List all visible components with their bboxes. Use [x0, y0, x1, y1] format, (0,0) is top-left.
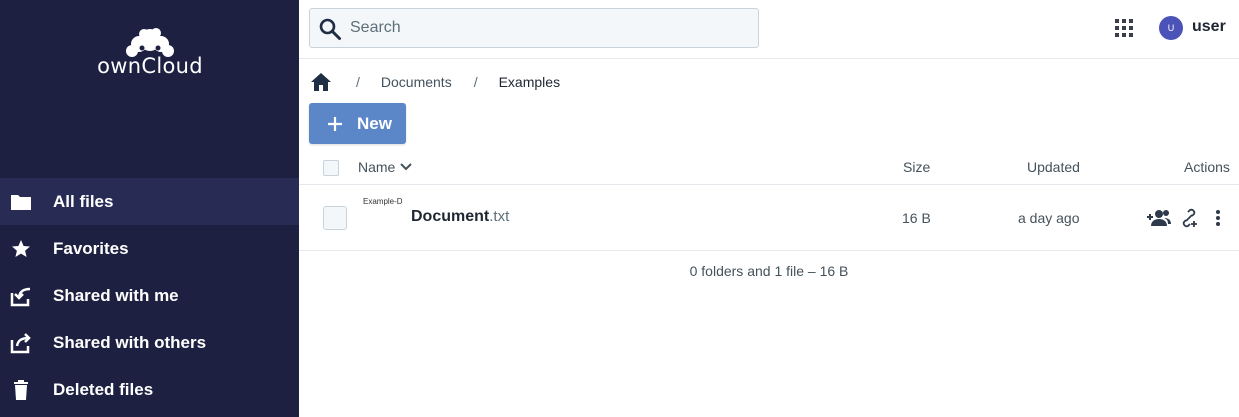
sidebar-item-label: Deleted files [53, 379, 154, 399]
app-switcher-icon[interactable] [1115, 19, 1133, 37]
trash-icon [10, 379, 32, 401]
folder-icon [10, 191, 32, 213]
breadcrumb: / Documents / Examples [310, 70, 582, 94]
star-icon [10, 238, 32, 260]
home-icon[interactable] [310, 71, 332, 93]
plus-icon [326, 115, 344, 133]
sidebar-item-label: Shared with others [53, 332, 207, 352]
breadcrumb-separator: / [356, 74, 360, 90]
sidebar-nav: All files Favorites Shared with me Share… [0, 178, 299, 413]
sidebar-item-shared-with-others[interactable]: Shared with others [0, 319, 299, 366]
file-updated: a day ago [1018, 210, 1080, 226]
sidebar-item-all-files[interactable]: All files [0, 178, 299, 225]
new-button-label: New [357, 113, 392, 133]
file-name[interactable]: Document.txt [411, 208, 509, 226]
logo-text: ownCloud [97, 54, 203, 78]
column-header-name-label: Name [358, 159, 396, 175]
search-input[interactable] [350, 15, 750, 41]
table-row[interactable]: Example-D Document.txt 16 B a day ago [299, 185, 1239, 251]
breadcrumb-item-examples[interactable]: Examples [499, 74, 560, 90]
column-header-size[interactable]: Size [903, 159, 930, 175]
breadcrumb-item-documents[interactable]: Documents [381, 74, 452, 90]
more-options-icon[interactable] [1211, 207, 1225, 229]
column-header-updated[interactable]: Updated [1027, 159, 1080, 175]
sidebar-item-favorites[interactable]: Favorites [0, 225, 299, 272]
file-thumbnail-text: Example-D [363, 197, 403, 206]
user-menu-name[interactable]: user [1192, 18, 1226, 36]
sidebar-item-label: Shared with me [53, 285, 179, 305]
breadcrumb-separator: / [473, 74, 478, 90]
sidebar-item-shared-with-me[interactable]: Shared with me [0, 272, 299, 319]
sidebar-item-label: All files [53, 191, 114, 211]
file-table-header: Name Size Updated Actions [299, 150, 1239, 185]
file-name-extension: .txt [489, 208, 510, 225]
column-header-actions: Actions [1184, 159, 1230, 175]
file-thumbnail[interactable]: Example-D [363, 197, 403, 237]
owncloud-logo[interactable]: ownCloud [94, 24, 206, 84]
chevron-down-icon [400, 163, 413, 171]
sidebar-item-deleted-files[interactable]: Deleted files [0, 366, 299, 413]
file-size: 16 B [902, 210, 931, 226]
new-button[interactable]: New [309, 103, 406, 144]
file-name-base: Document [411, 208, 490, 225]
column-header-name[interactable]: Name [358, 159, 413, 175]
shared-with-others-icon [10, 332, 32, 354]
files-summary: 0 folders and 1 file – 16 B [689, 263, 849, 279]
share-people-icon[interactable] [1147, 207, 1173, 229]
search-icon[interactable] [318, 17, 342, 41]
shared-with-me-icon [10, 285, 32, 307]
select-all-checkbox[interactable] [323, 160, 339, 176]
sidebar: ownCloud All files Favorites Shared with… [0, 0, 299, 417]
share-link-icon[interactable] [1179, 207, 1199, 229]
top-bar: U user [299, 0, 1239, 59]
row-checkbox[interactable] [323, 206, 347, 230]
search-box [309, 8, 759, 48]
sidebar-item-label: Favorites [53, 238, 129, 258]
avatar[interactable]: U [1159, 16, 1183, 40]
